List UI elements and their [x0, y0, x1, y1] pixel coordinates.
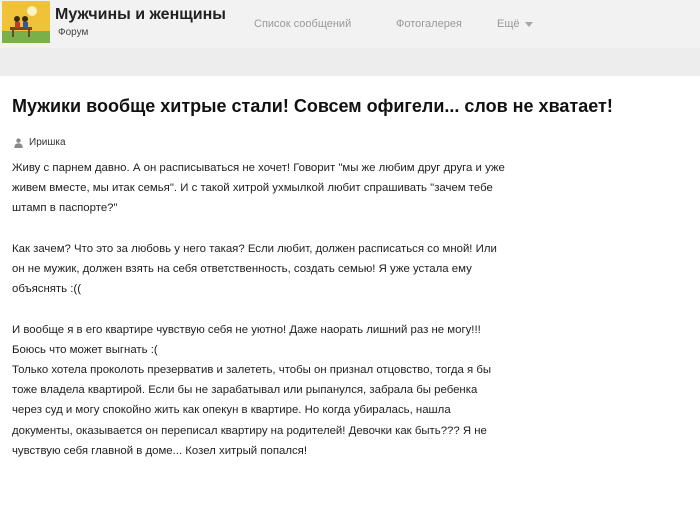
nav-more-menu[interactable]: Ещё — [497, 18, 533, 30]
post-line: штамп в паспорте?" — [12, 202, 118, 215]
post-paragraph: Как зачем? Что это за любовь у него така… — [12, 239, 694, 300]
post-paragraph: Живу с парнем давно. А он расписываться … — [12, 158, 694, 219]
post-line: Только хотела проколоть презерватив и за… — [12, 364, 492, 376]
post-line: Живу с парнем давно. А он расписываться … — [12, 162, 505, 174]
post-line: чувствую себя главной в доме... Козел хи… — [12, 444, 307, 457]
post-line: он не мужик, должен взять на себя ответс… — [12, 263, 472, 275]
post-line: И вообще я в его квартире чувствую себя … — [12, 323, 481, 336]
post-body: Живу с парнем давно. А он расписываться … — [12, 158, 694, 481]
site-subtitle[interactable]: Форум — [58, 27, 88, 38]
site-header: Мужчины и женщины Форум Список сообщений… — [0, 0, 700, 48]
post-line: тоже владела квартирой. Если бы не зараб… — [12, 384, 478, 397]
user-icon — [14, 137, 23, 148]
site-name[interactable]: Мужчины и женщины — [55, 6, 226, 24]
post-line: объяснять :(( — [12, 283, 81, 296]
post-line: Боюсь что может выгнать :( — [12, 343, 158, 356]
post-line: живем вместе, мы итак семья". И с такой … — [12, 182, 493, 195]
forum-logo-icon[interactable] — [2, 1, 50, 43]
post-card: Мужики вообще хитрые стали! Совсем офиге… — [0, 76, 700, 523]
post-line: документы, оказывается он переписал квар… — [12, 424, 487, 437]
post-line: Как зачем? Что это за любовь у него така… — [12, 242, 497, 255]
nav-more-label: Ещё — [497, 18, 520, 30]
post-title: Мужики вообще хитрые стали! Совсем офиге… — [12, 96, 613, 116]
post-line: через суд и могу спокойно жить как опеку… — [12, 404, 451, 417]
nav-gallery-link[interactable]: Фотогалерея — [396, 18, 462, 30]
nav-messages-link[interactable]: Список сообщений — [254, 18, 351, 30]
post-author[interactable]: Иришка — [14, 137, 66, 148]
author-name: Иришка — [29, 137, 66, 148]
chevron-down-icon — [524, 21, 533, 27]
post-paragraph: И вообще я в его квартире чувствую себя … — [12, 320, 694, 461]
